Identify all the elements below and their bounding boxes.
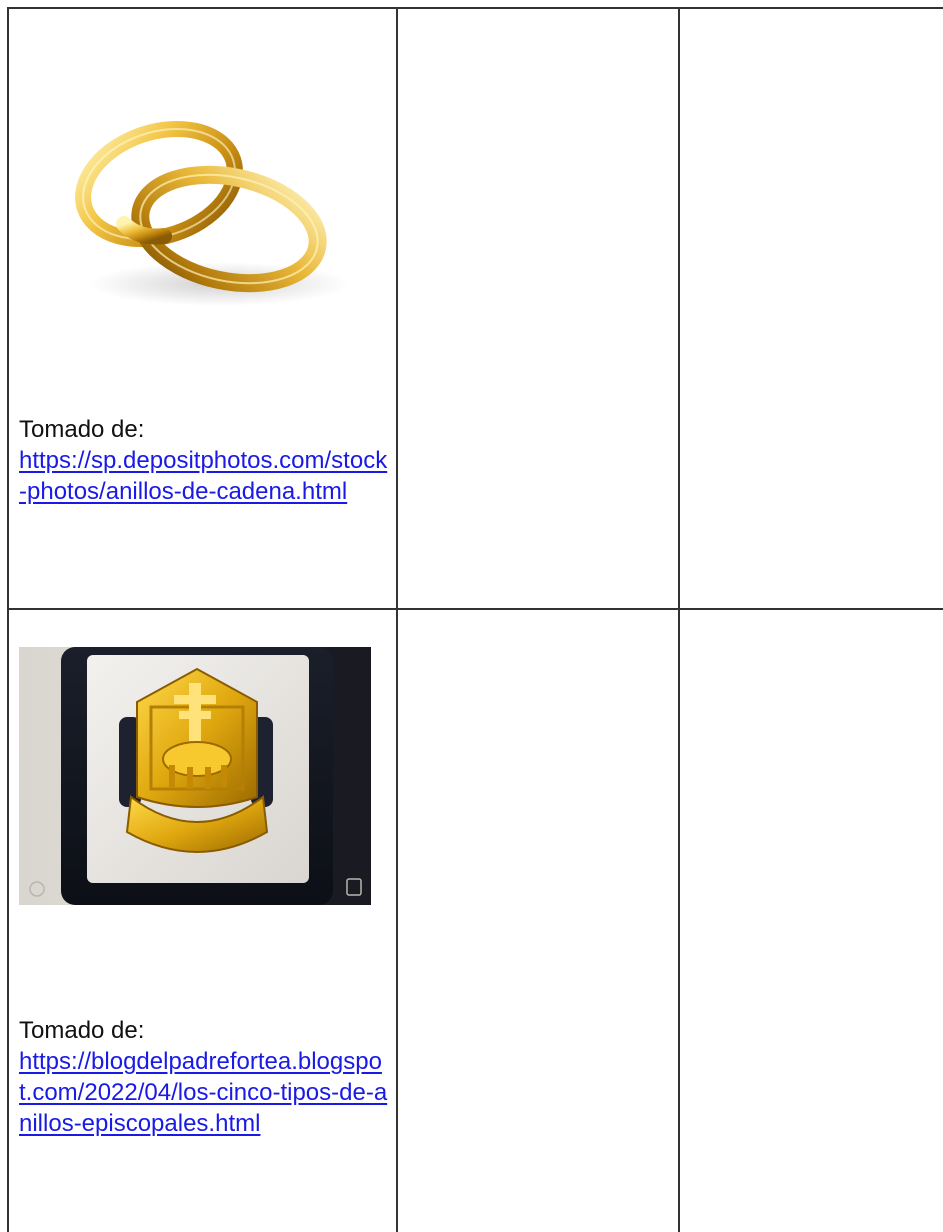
table-cell-empty	[396, 7, 680, 610]
source-link[interactable]: https://blogdelpadrefortea.blogspot.com/…	[19, 1046, 391, 1139]
table-cell-empty	[396, 608, 680, 1232]
image-caption: Tomado de: https://sp.depositphotos.com/…	[19, 414, 391, 507]
caption-label: Tomado de:	[19, 1017, 145, 1044]
document-page: Tomado de: https://sp.depositphotos.com/…	[0, 0, 943, 1232]
table-row: Tomado de: https://blogdelpadrefortea.bl…	[7, 608, 943, 1232]
episcopal-ring-image	[19, 647, 371, 905]
table-cell-image: Tomado de: https://sp.depositphotos.com/…	[7, 7, 398, 610]
source-link[interactable]: https://sp.depositphotos.com/stock-photo…	[19, 445, 391, 507]
wedding-rings-image	[75, 120, 349, 306]
image-caption: Tomado de: https://blogdelpadrefortea.bl…	[19, 1015, 391, 1139]
table-cell-empty	[678, 608, 943, 1232]
table-cell-empty	[678, 7, 943, 610]
table-row: Tomado de: https://sp.depositphotos.com/…	[7, 7, 943, 610]
caption-label: Tomado de:	[19, 416, 145, 443]
table-cell-image: Tomado de: https://blogdelpadrefortea.bl…	[7, 608, 398, 1232]
image-table: Tomado de: https://sp.depositphotos.com/…	[7, 7, 943, 1232]
